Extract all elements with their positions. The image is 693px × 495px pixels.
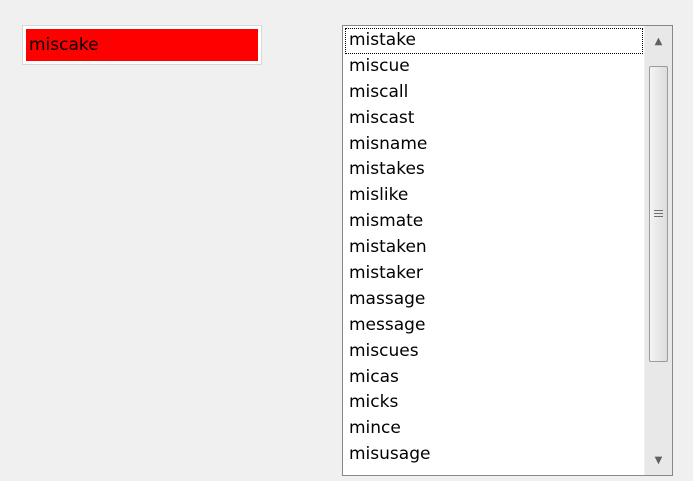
list-item[interactable]: micas (345, 365, 643, 391)
list-item[interactable]: mismate (345, 209, 643, 235)
list-item[interactable]: mince (345, 416, 643, 442)
list-item[interactable]: mistakes (345, 157, 643, 183)
list-item[interactable]: mistaker (345, 261, 643, 287)
arrow-up-icon: ▲ (654, 35, 663, 47)
list-item[interactable]: misusage (345, 442, 643, 468)
list-item[interactable]: miscall (345, 80, 643, 106)
list-item[interactable]: mistake (345, 28, 643, 54)
arrow-down-icon: ▼ (654, 454, 663, 466)
word-input-value[interactable]: miscake (26, 29, 258, 61)
scroll-thumb[interactable] (649, 66, 668, 362)
list-item[interactable]: mistaken (345, 235, 643, 261)
suggestions-listbox[interactable]: mistake miscue miscall miscast misname m… (342, 25, 673, 476)
list-item[interactable]: message (345, 313, 643, 339)
list-item[interactable]: misname (345, 132, 643, 158)
scroll-down-button[interactable]: ▼ (645, 445, 672, 475)
list-item[interactable]: mislike (345, 183, 643, 209)
app-window: miscake mistake miscue miscall miscast m… (0, 0, 693, 495)
list-item[interactable]: miscues (345, 339, 643, 365)
list-item[interactable]: massage (345, 287, 643, 313)
list-item[interactable]: miscast (345, 106, 643, 132)
window-bottom-edge (0, 481, 693, 495)
scroll-up-button[interactable]: ▲ (645, 26, 672, 56)
vertical-scrollbar[interactable]: ▲ ▼ (644, 26, 672, 475)
list-item[interactable]: micks (345, 390, 643, 416)
suggestions-list: mistake miscue miscall miscast misname m… (345, 28, 643, 468)
list-item[interactable]: miscue (345, 54, 643, 80)
grip-icon (654, 210, 663, 218)
word-input[interactable]: miscake (22, 25, 262, 65)
